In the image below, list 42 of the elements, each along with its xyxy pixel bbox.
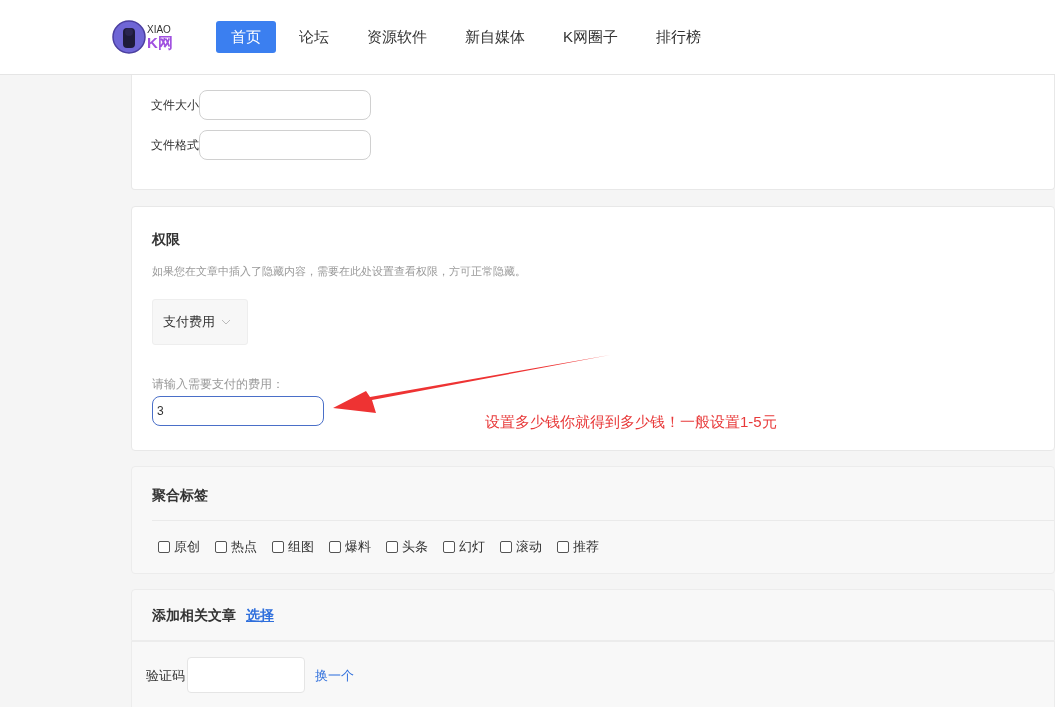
input-field[interactable] [199, 130, 371, 160]
field-label: 文件大小 [151, 97, 199, 114]
permission-select[interactable]: 支付费用 [152, 298, 248, 345]
logo-icon [112, 20, 146, 54]
section-title: 添加相关文章 [152, 605, 236, 625]
fee-input[interactable]: 3 [152, 395, 324, 426]
captcha-input[interactable] [187, 657, 305, 693]
refresh-captcha-link[interactable]: 换一个 [315, 666, 354, 686]
nav-link[interactable]: 排行榜 [641, 20, 716, 54]
checkbox[interactable] [272, 540, 284, 553]
tag-checkbox[interactable]: 爆料 [329, 537, 371, 557]
nav-link[interactable]: 资源软件 [352, 20, 442, 54]
select-link[interactable]: 选择 [246, 604, 274, 626]
annotation-text: 设置多少钱你就得到多少钱！一般设置1-5元 [485, 412, 777, 432]
tag-checkbox[interactable]: 热点 [215, 537, 257, 557]
tag-checkbox[interactable]: 幻灯 [443, 537, 485, 557]
fee-label: 请输入需要支付的费用： [152, 375, 284, 393]
checkbox[interactable] [443, 540, 455, 553]
captcha-label: 验证码 [146, 667, 185, 685]
input-field[interactable] [199, 90, 371, 120]
nav-link[interactable]: 首页 [216, 20, 276, 54]
logo-small-text: XIAO [147, 24, 172, 35]
tag-checkbox[interactable]: 头条 [386, 537, 428, 557]
tag-checkbox[interactable]: 推荐 [557, 537, 599, 557]
section-title: 权限 [152, 230, 180, 249]
checkbox[interactable] [386, 540, 398, 553]
checkbox[interactable] [329, 540, 341, 553]
checkbox[interactable] [500, 540, 512, 553]
logo-text: K网 [147, 34, 173, 50]
chevron-down-icon [221, 318, 231, 325]
nav-link[interactable]: K网圈子 [548, 20, 633, 54]
nav-link[interactable]: 论坛 [284, 20, 344, 54]
checkbox[interactable] [215, 540, 227, 553]
checkbox[interactable] [557, 540, 569, 553]
tag-checkbox[interactable]: 滚动 [500, 537, 542, 557]
checkbox[interactable] [158, 540, 170, 553]
section-title: 聚合标签 [152, 486, 208, 505]
description-text: 如果您在文章中插入了隐藏内容，需要在此处设置查看权限，方可正常隐藏。 [152, 264, 526, 279]
nav-link[interactable]: 新自媒体 [450, 20, 540, 54]
tag-checkbox[interactable]: 组图 [272, 537, 314, 557]
field-label: 文件格式 [151, 137, 199, 154]
tag-checkbox[interactable]: 原创 [158, 537, 200, 557]
